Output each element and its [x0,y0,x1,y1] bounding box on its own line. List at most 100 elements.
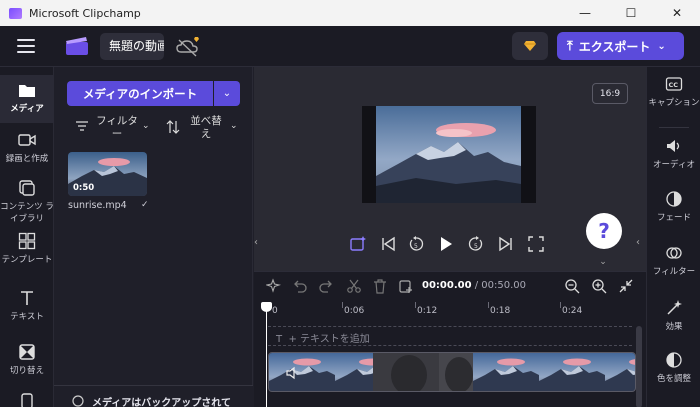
media-file-name: sunrise.mp4 [68,200,127,211]
text-track[interactable]: T + テキストを追加 [268,326,632,346]
undo-icon[interactable] [292,278,308,294]
menu-icon[interactable] [17,39,35,53]
aspect-ratio-button[interactable]: 16:9 [592,83,628,104]
library-icon [19,180,35,196]
window-titlebar: Microsoft Clipchamp — ☐ ✕ [0,0,700,26]
fit-timeline-icon[interactable] [618,278,634,294]
skip-forward-icon[interactable] [497,235,515,253]
forward-5-icon[interactable]: 5 [467,235,485,253]
collapse-right-panel-icon[interactable]: ‹ [636,237,646,259]
sidebar-item-templates[interactable]: テンプレート [0,232,54,276]
sidebar-item-record[interactable]: 録画と作成 [0,131,54,171]
folder-icon [19,85,35,97]
diamond-icon [524,41,536,51]
import-media-button[interactable]: メディアのインポート [67,81,213,106]
video-preview[interactable] [362,106,536,203]
chevron-down-icon: ⌄ [142,121,150,131]
minimize-button[interactable]: — [562,0,608,26]
svg-text:5: 5 [414,243,418,250]
audio-speaker-icon[interactable] [285,366,299,380]
camera-icon [18,134,36,146]
timeline-ruler[interactable]: 0 0:06 0:12 0:18 0:24 [254,302,646,320]
sort-arrows-icon [166,120,180,134]
captions-icon: CC [665,77,683,91]
sidebar-item-effects[interactable]: 効果 [647,299,700,332]
add-text-label: + テキストを追加 [288,334,370,345]
filter-label: フィルター [96,115,138,140]
zoom-out-icon[interactable] [564,278,580,294]
sidebar-item-label: コンテンツ ライブラリ [0,202,54,224]
playhead-handle[interactable] [261,302,272,312]
help-button[interactable]: ? [586,213,622,249]
template-icon [18,232,36,250]
add-clip-icon[interactable] [398,278,414,294]
export-label: エクスポート [578,39,651,54]
sort-button[interactable]: 並べ替え ⌄ [166,115,242,143]
backup-notice-text: メディアはバックアップされて [92,398,231,407]
mountain-preview-image [376,106,521,203]
video-clip[interactable] [268,352,636,392]
cloud-sync-icon[interactable] [175,36,201,58]
sort-label: 並べ替え [190,115,222,140]
premium-button[interactable] [512,32,548,60]
sidebar-item-label: テキスト [10,312,44,322]
media-thumbnail[interactable]: 0:50 [68,152,147,196]
left-sidebar: メディア 録画と作成 コンテンツ ライブラリ テンプレート テキスト 切り替え [0,67,54,407]
tick-label: 0:12 [417,306,438,316]
color-adjust-icon [666,352,682,368]
text-icon [21,291,33,305]
chevron-down-icon: ⌄ [657,40,666,52]
sidebar-item-label: テンプレート [1,255,53,265]
sidebar-item-transitions[interactable]: 切り替え [0,343,54,383]
sidebar-item-color-adjust[interactable]: 色を調整 [647,351,700,384]
close-button[interactable]: ✕ [654,0,700,26]
collapse-left-panel-icon[interactable]: ‹ [254,237,264,259]
maximize-button[interactable]: ☐ [608,0,654,26]
project-name-field[interactable]: 無題の動画 [100,33,164,60]
skip-back-icon[interactable] [379,235,397,253]
svg-text:CC: CC [669,81,679,89]
sidebar-item-filters[interactable]: フィルター [647,244,700,277]
zoom-in-icon[interactable] [591,278,607,294]
current-time: 00:00.00 [422,280,472,291]
import-options-chevron-icon[interactable]: ⌄ [214,81,240,106]
tick-label: 0 [272,306,278,316]
sidebar-item-text[interactable]: テキスト [0,289,54,329]
svg-text:5: 5 [474,243,478,250]
clipchamp-logo-icon [66,37,88,55]
timeline: 00:00.00 / 00:50.00 0 0:06 0:12 0:18 0:2… [254,271,646,407]
redo-icon[interactable] [318,278,334,294]
sidebar-item-media[interactable]: メディア [0,75,54,123]
playhead[interactable] [266,302,267,407]
sidebar-item-audio[interactable]: オーディオ [647,137,700,170]
sidebar-item-more[interactable] [0,392,54,407]
sidebar-item-captions[interactable]: CC キャプション [647,75,700,108]
window-controls: — ☐ ✕ [562,0,700,26]
export-button[interactable]: ⤒ エクスポート ⌄ [557,32,684,60]
player-controls: 5 5 [349,235,549,253]
sidebar-item-fade[interactable]: フェード [647,190,700,223]
media-panel: メディアのインポート ⌄ フィルター ⌄ 並べ替え ⌄ 0:50 sunrise… [54,67,253,407]
magic-sparkle-icon[interactable] [266,278,282,294]
filter-button[interactable]: フィルター ⌄ [76,115,154,143]
sidebar-item-content-library[interactable]: コンテンツ ライブラリ [0,179,54,224]
clipchamp-app-icon [9,7,22,19]
uploaded-check-icon: ✓ [141,200,149,210]
transition-icon [19,344,35,360]
window-title: Microsoft Clipchamp [29,6,141,20]
sidebar-item-label: フィルター [652,267,696,277]
scissors-icon[interactable] [346,278,362,294]
rewind-5-icon[interactable]: 5 [407,235,425,253]
timeline-scrollbar[interactable] [636,326,642,407]
fullscreen-icon[interactable] [527,235,545,253]
speaker-icon [667,140,680,152]
collapse-preview-icon[interactable]: ⌄ [592,257,614,269]
tick-label: 0:24 [562,306,583,316]
sidebar-item-label: メディア [10,104,44,114]
play-icon[interactable] [437,235,455,253]
magic-edit-icon[interactable] [349,235,367,253]
trash-icon[interactable] [372,278,388,294]
sidebar-item-label: キャプション [648,98,700,108]
info-icon [72,395,84,407]
timecode: 00:00.00 / 00:50.00 [422,280,526,291]
